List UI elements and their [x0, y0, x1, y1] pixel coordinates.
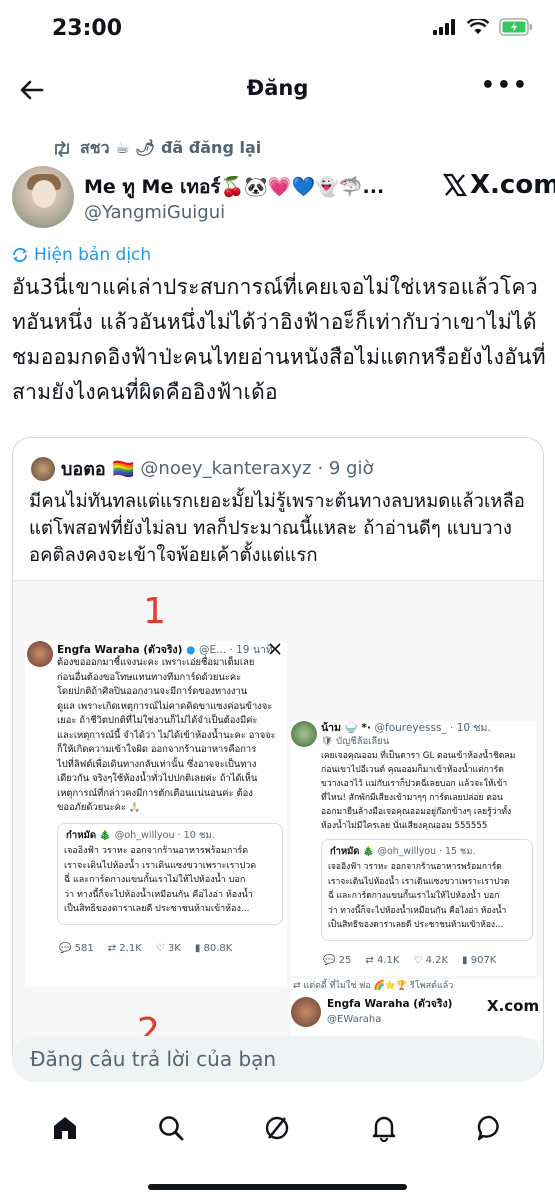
card3-avatar	[291, 997, 321, 1027]
source-text: X.com	[470, 170, 555, 200]
card1-likes: ♡ 3K	[155, 943, 181, 954]
card2-likes: ♡ 4.2K	[413, 955, 449, 966]
card1-text: ต้องขอออกมาชี้แจงนะคะ เพราะเอ่ยชื่อมาเต็…	[57, 657, 276, 813]
home-indicator	[148, 1184, 407, 1190]
translate-icon	[13, 247, 27, 263]
card3-repost-line: ⇄ แต่ตดี้ ที่ไม่ใช่ พ่อ 🌈⭐🏆 รีโพสต์แล้ว	[293, 981, 454, 991]
grok-icon	[266, 1116, 289, 1140]
tab-notifications[interactable]	[364, 1108, 404, 1148]
quoted-body: มีคนไม่ทันทลแต่แรกเยอะมั้ยไม่รู้เพราะต้น…	[29, 491, 525, 566]
quoted-name[interactable]: บอตอ 🏳️‍🌈	[61, 454, 134, 483]
screenshot-card-2: น้าม 🍚 *· @foureyesss_ · 10 ชม. 🛡 บัญชีล…	[291, 721, 536, 976]
card1-views: ▮ 80.8K	[194, 943, 233, 954]
status-time: 23:00	[52, 16, 123, 41]
repost-text[interactable]: สชว ☕ 🌶 đã đăng lại	[80, 136, 261, 161]
screenshot-card-3: ⇄ แต่ตดี้ ที่ไม่ใช่ พ่อ 🌈⭐🏆 รีโพสต์แล้ว …	[291, 979, 543, 1039]
card1-x-icon	[269, 643, 281, 655]
card2-views: ▮ 907K	[462, 955, 497, 966]
quoted-post[interactable]: บอตอ 🏳️‍🌈 @noey_kanteraxyz · 9 giờ มีคนไ…	[12, 437, 544, 1077]
repost-indicator: สชว ☕ 🌶 đã đăng lại	[52, 136, 261, 161]
bell-icon	[372, 1116, 395, 1142]
card2-badge: 🛡 บัญชีล้อเลียน	[321, 736, 390, 747]
card2-text: เคยเจอคุณออม ที่เป็นดารา GL ตอนเข้าห้องน…	[321, 751, 516, 831]
home-icon	[54, 1117, 77, 1139]
card3-handle: @EWaraha	[327, 1014, 382, 1025]
search-icon	[159, 1116, 184, 1141]
card1-reposts: ⇄ 2.1K	[107, 943, 142, 954]
x-logo-icon	[442, 173, 468, 197]
show-translation-link[interactable]: Hiện bản dịch	[12, 245, 151, 265]
bottom-tab-bar	[0, 1098, 555, 1158]
post-body: อัน3นี่เขาแค่เล่าประสบการณ์ที่เคยเจอไม่ใ…	[12, 275, 546, 404]
card2-reposts: ⇄ 4.1K	[365, 955, 400, 966]
card2-inner-text: เจออิงฟ้า วราหะ ออกจากร้านอาหารพร้อมการ์…	[328, 862, 510, 930]
quoted-handle[interactable]: @noey_kanteraxyz	[140, 458, 311, 479]
top-nav: Đăng •••	[0, 62, 555, 118]
card1-avatar	[27, 641, 53, 667]
card1-stats: 💬 581 ⇄ 2.1K ♡ 3K ▮ 80.8K	[59, 941, 246, 956]
card2-inner-quote: ก๋าหมัด 🎄 @oh_willyou · 15 ชม. เจออิงฟ้า…	[321, 839, 533, 941]
author-display-name[interactable]: Me ทู Me เทอร์🍒🐼💗💙👻🦈...	[84, 172, 424, 202]
page-title: Đăng	[246, 76, 309, 100]
quoted-time: · 9 giờ	[317, 458, 374, 479]
tab-messages[interactable]	[470, 1108, 510, 1148]
quoted-post-header: บอตอ 🏳️‍🌈 @noey_kanteraxyz · 9 giờ	[31, 454, 374, 483]
image-label-1: 1	[143, 591, 166, 632]
card2-inner-name: ก๋าหมัด 🎄 @oh_willyou · 15 ชม.	[330, 846, 476, 857]
chat-bubble-icon	[477, 1115, 499, 1141]
card3-name: Engfa Waraha (ตัวจริง)	[327, 998, 453, 1010]
card3-source: X.com	[487, 997, 540, 1015]
signal-icon	[433, 19, 455, 35]
screenshot-card-1: Engfa Waraha (ตัวจริง) ● @E... · 19 นาที…	[25, 641, 287, 986]
card2-replies: 💬 25	[323, 955, 352, 966]
tab-home[interactable]	[45, 1108, 85, 1148]
tab-grok[interactable]	[257, 1108, 297, 1148]
card2-avatar	[291, 721, 317, 747]
author-avatar[interactable]	[12, 166, 74, 228]
card2-stats: 💬 25 ⇄ 4.1K ♡ 4.2K ▮ 907K	[323, 953, 510, 968]
reply-input[interactable]: Đăng câu trả lời của bạn	[12, 1036, 542, 1082]
author-handle[interactable]: @YangmiGuigui	[84, 202, 225, 223]
more-options-icon[interactable]: •••	[481, 75, 529, 97]
quoted-image[interactable]: 1 Engfa Waraha (ตัวจริง) ● @E... · 19 นา…	[13, 580, 543, 1076]
card1-inner-quote: ก๋าหมัด 🎄 @oh_willyou · 10 ชม. เจออิงฟ้า…	[57, 823, 283, 925]
card1-inner-name: ก๋าหมัด 🎄 @oh_willyou · 10 ชม.	[66, 830, 215, 841]
quoted-avatar[interactable]	[31, 456, 55, 481]
repost-icon	[55, 140, 69, 157]
translate-label: Hiện bản dịch	[34, 245, 152, 265]
wifi-icon	[467, 19, 489, 34]
source-badge: X.com	[442, 170, 555, 200]
card1-replies: 💬 581	[59, 943, 94, 954]
card1-inner-text: เจออิงฟ้า วราหะ ออกจากร้านอาหารพร้อมการ์…	[64, 846, 257, 914]
status-icons	[433, 18, 533, 36]
battery-icon	[499, 18, 532, 36]
tab-search[interactable]	[151, 1108, 191, 1148]
